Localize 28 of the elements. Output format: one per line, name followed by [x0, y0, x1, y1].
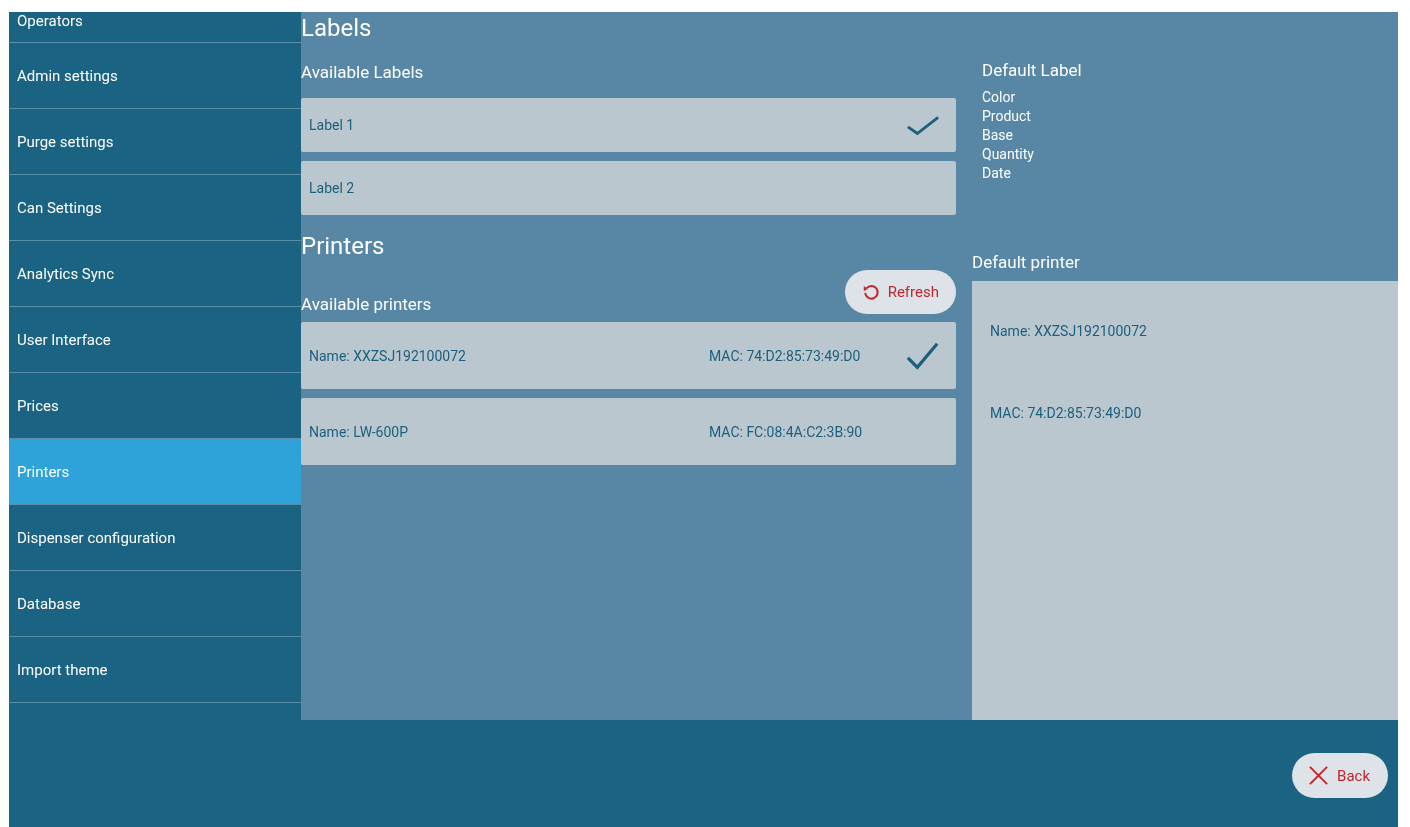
label-field: Base — [982, 126, 1398, 145]
printer-mac: MAC: 74:D2:85:73:49:D0 — [709, 347, 861, 364]
label-field: Color — [982, 88, 1398, 107]
label-item[interactable]: Label 2 — [301, 161, 956, 215]
close-icon — [1308, 765, 1330, 786]
printer-item[interactable]: Name: XXZSJ192100072 MAC: 74:D2:85:73:49:D0 — [301, 322, 956, 389]
printer-item[interactable]: Name: LW-600P MAC: FC:08:4A:C2:3B:90 — [301, 398, 956, 465]
printer-name: Name: XXZSJ192100072 — [309, 347, 467, 364]
label-field: Product — [982, 107, 1398, 126]
list-heading: Available Labels — [301, 62, 425, 82]
printer-name: Name: XXZSJ192100072 — [990, 323, 1148, 339]
printer-name: Name: LW-600P — [309, 423, 410, 440]
list-heading: Available printers — [301, 294, 432, 314]
printer-mac: MAC: FC:08:4A:C2:3B:90 — [709, 423, 863, 440]
default-printer-heading: Default printer — [972, 252, 1081, 272]
label-field: Date — [982, 164, 1398, 183]
sidebar-item[interactable]: Operators — [9, 12, 301, 43]
section-title: Labels — [301, 13, 373, 44]
label-field: Quantity — [982, 145, 1398, 164]
label-name: Label 2 — [309, 180, 355, 196]
label-name: Label 1 — [309, 117, 355, 133]
back-button[interactable]: Back — [1292, 753, 1388, 798]
default-label-heading: Default Label — [982, 60, 1083, 80]
refresh-button[interactable]: Refresh — [844, 270, 956, 314]
printer-mac: MAC: 74:D2:85:73:49:D0 — [990, 405, 1143, 421]
section-title: Printers — [301, 231, 386, 262]
refresh-icon — [861, 283, 880, 301]
label-item[interactable]: Label 1 — [301, 98, 956, 152]
